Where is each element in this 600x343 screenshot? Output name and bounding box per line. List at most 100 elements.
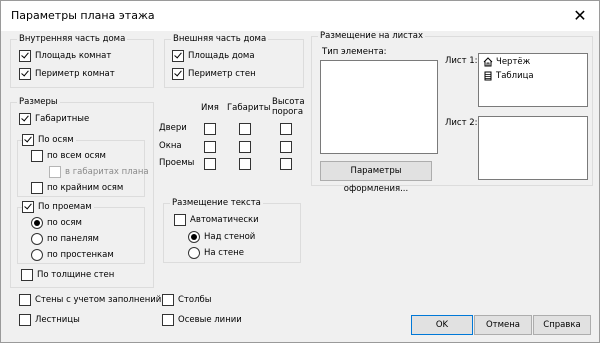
windows-name-checkbox[interactable] bbox=[204, 141, 216, 153]
walls-fill-label: Стены с учетом заполнений bbox=[35, 295, 162, 305]
list-item-table[interactable]: Таблица bbox=[483, 71, 534, 81]
element-type-label: Тип элемента: bbox=[322, 47, 387, 57]
ok-button[interactable]: OK bbox=[411, 315, 473, 335]
room-area-label: Площадь комнат bbox=[35, 51, 112, 61]
doors-sill-checkbox[interactable] bbox=[280, 123, 292, 135]
table-label: Таблица bbox=[496, 71, 534, 81]
checkbox-box[interactable] bbox=[31, 182, 43, 194]
by-axes-label: По осям bbox=[38, 135, 74, 145]
checkbox-box[interactable] bbox=[162, 314, 174, 326]
checkbox-box[interactable] bbox=[172, 50, 184, 62]
outer-part-group: Внешняя часть дома Площадь дома Периметр… bbox=[164, 34, 304, 88]
radio-axes[interactable]: по осям bbox=[31, 217, 82, 229]
radio-piers[interactable]: по простенкам bbox=[31, 249, 114, 261]
radio-panels[interactable]: по панелям bbox=[31, 233, 99, 245]
checkbox-box[interactable] bbox=[19, 314, 31, 326]
windows-dims-checkbox[interactable] bbox=[239, 141, 251, 153]
sheets-group: Размещение на листах Тип элемента: Парам… bbox=[311, 31, 593, 194]
inner-part-title: Внутренняя часть дома bbox=[17, 34, 128, 44]
checkbox-box[interactable] bbox=[19, 294, 31, 306]
openings-dims-checkbox[interactable] bbox=[239, 158, 251, 170]
doors-name-checkbox[interactable] bbox=[204, 123, 216, 135]
checkbox-box[interactable] bbox=[21, 269, 33, 281]
checkbox-box[interactable] bbox=[49, 166, 61, 178]
in-plan-label: в габаритах плана bbox=[65, 167, 149, 177]
radio-piers-label: по простенкам bbox=[47, 250, 114, 260]
close-icon[interactable]: ✕ bbox=[569, 5, 591, 27]
overall-checkbox[interactable]: Габаритные bbox=[19, 113, 89, 125]
in-plan-checkbox[interactable]: в габаритах плана bbox=[49, 166, 149, 178]
checkbox-box[interactable] bbox=[19, 113, 31, 125]
by-openings-label: По проемам bbox=[38, 202, 92, 212]
openings-name-checkbox[interactable] bbox=[204, 158, 216, 170]
floor-plan-settings-dialog: Параметры плана этажа ✕ Внутренняя часть… bbox=[0, 0, 600, 343]
sizes-title: Размеры bbox=[17, 97, 60, 107]
sheet1-list[interactable]: Чертёж Таблица bbox=[478, 53, 588, 107]
radio-on-wall[interactable]: На стене bbox=[188, 247, 244, 259]
radio-circle[interactable] bbox=[31, 217, 43, 229]
sizes-group: Размеры Габаритные По осям по всем осям … bbox=[10, 97, 154, 288]
radio-circle[interactable] bbox=[31, 249, 43, 261]
radio-circle[interactable] bbox=[31, 233, 43, 245]
by-axes-checkbox[interactable]: По осям bbox=[22, 134, 76, 146]
checkbox-box[interactable] bbox=[174, 214, 186, 226]
house-area-checkbox[interactable]: Площадь дома bbox=[172, 50, 255, 62]
house-area-label: Площадь дома bbox=[188, 51, 255, 61]
format-settings-button[interactable]: Параметры оформления... bbox=[320, 161, 432, 194]
windows-sill-checkbox[interactable] bbox=[280, 141, 292, 153]
col-name-header: Имя bbox=[201, 103, 219, 113]
checkbox-box[interactable] bbox=[172, 68, 184, 80]
list-item-drawing[interactable]: Чертёж bbox=[483, 57, 530, 67]
radio-above-wall[interactable]: Над стеной bbox=[188, 231, 255, 243]
help-button[interactable]: Справка bbox=[533, 315, 591, 335]
checkbox-box[interactable] bbox=[19, 68, 31, 80]
sheet2-list[interactable] bbox=[478, 116, 588, 180]
outer-part-title: Внешняя часть дома bbox=[171, 34, 269, 44]
col-dims-header: Габариты bbox=[227, 103, 271, 113]
stairs-checkbox[interactable]: Лестницы bbox=[19, 314, 80, 326]
axis-lines-label: Осевые линии bbox=[178, 315, 242, 325]
all-axes-checkbox[interactable]: по всем осям bbox=[31, 150, 106, 162]
columns-checkbox[interactable]: Столбы bbox=[162, 294, 211, 306]
drawing-label: Чертёж bbox=[496, 57, 531, 67]
inner-part-group: Внутренняя часть дома Площадь комнат Пер… bbox=[10, 34, 154, 88]
auto-checkbox[interactable]: Автоматически bbox=[174, 214, 259, 226]
col-sill-header: Высота порога bbox=[272, 97, 305, 117]
walls-fill-checkbox[interactable]: Стены с учетом заполнений bbox=[19, 294, 161, 306]
checkbox-box[interactable] bbox=[19, 50, 31, 62]
outer-axes-checkbox[interactable]: по крайним осям bbox=[31, 182, 123, 194]
checkbox-box[interactable] bbox=[162, 294, 174, 306]
element-type-list[interactable] bbox=[320, 60, 438, 154]
stairs-label: Лестницы bbox=[35, 315, 80, 325]
openings-sill-checkbox[interactable] bbox=[280, 158, 292, 170]
wall-thickness-checkbox[interactable]: По толщине стен bbox=[21, 269, 114, 281]
by-axes-group: По осям по всем осям в габаритах плана п… bbox=[17, 134, 149, 197]
checkbox-box[interactable] bbox=[31, 150, 43, 162]
doors-dims-checkbox[interactable] bbox=[239, 123, 251, 135]
radio-circle[interactable] bbox=[188, 231, 200, 243]
axis-lines-checkbox[interactable]: Осевые линии bbox=[162, 314, 242, 326]
wall-perimeter-checkbox[interactable]: Периметр стен bbox=[172, 68, 256, 80]
title-bar: Параметры плана этажа ✕ bbox=[1, 1, 599, 31]
sheet1-label: Лист 1: bbox=[445, 56, 478, 66]
checkbox-box[interactable] bbox=[22, 134, 34, 146]
all-axes-label: по всем осям bbox=[47, 151, 106, 161]
room-area-checkbox[interactable]: Площадь комнат bbox=[19, 50, 111, 62]
by-openings-group: По проемам по осям по панелям по простен… bbox=[17, 201, 145, 264]
row-doors-label: Двери bbox=[159, 123, 187, 133]
window-title: Параметры плана этажа bbox=[11, 9, 155, 22]
cancel-button[interactable]: Отмена bbox=[474, 315, 532, 335]
checkbox-box[interactable] bbox=[22, 201, 34, 213]
by-openings-checkbox[interactable]: По проемам bbox=[22, 201, 94, 213]
text-placement-title: Размещение текста bbox=[170, 198, 263, 208]
row-openings-label: Проемы bbox=[159, 158, 195, 168]
text-placement-group: Размещение текста Автоматически Над стен… bbox=[163, 198, 301, 263]
overall-label: Габаритные bbox=[35, 114, 90, 124]
house-icon bbox=[483, 57, 493, 67]
table-icon bbox=[484, 71, 492, 81]
radio-circle[interactable] bbox=[188, 247, 200, 259]
on-wall-label: На стене bbox=[204, 248, 244, 258]
room-perimeter-checkbox[interactable]: Периметр комнат bbox=[19, 68, 115, 80]
wall-thickness-label: По толщине стен bbox=[37, 270, 115, 280]
row-windows-label: Окна bbox=[159, 141, 182, 151]
